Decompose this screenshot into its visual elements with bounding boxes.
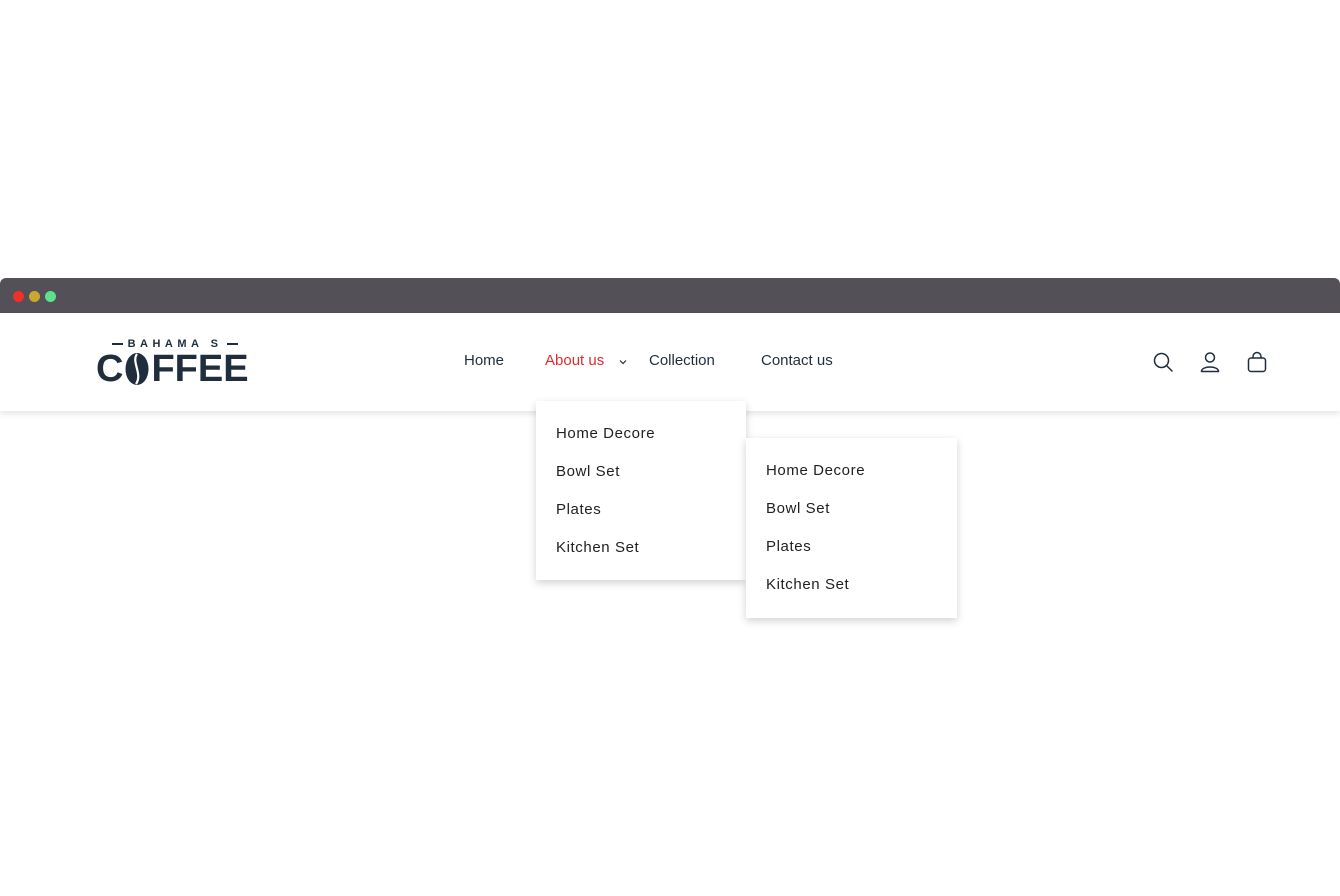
- submenu-dropdown: Home Decore Bowl Set Plates Kitchen Set: [746, 438, 957, 618]
- coffee-bean-icon: [125, 353, 149, 385]
- dropdown-item-plates[interactable]: Plates: [556, 501, 601, 519]
- chevron-down-icon[interactable]: [618, 358, 628, 366]
- close-window-dot[interactable]: [13, 291, 24, 302]
- nav-contact-us[interactable]: Contact us: [761, 352, 833, 370]
- logo-wordmark: C FFEE: [96, 348, 256, 390]
- dropdown-item-bowl-set[interactable]: Bowl Set: [556, 463, 620, 481]
- submenu-item-kitchen-set[interactable]: Kitchen Set: [766, 576, 849, 594]
- dropdown-item-kitchen-set[interactable]: Kitchen Set: [556, 539, 639, 557]
- search-icon[interactable]: [1152, 351, 1174, 373]
- browser-title-bar: [0, 278, 1340, 313]
- logo-letters-ffee: FFEE: [151, 348, 249, 390]
- minimize-window-dot[interactable]: [29, 291, 40, 302]
- bag-icon[interactable]: [1246, 351, 1268, 373]
- submenu-item-plates[interactable]: Plates: [766, 538, 811, 556]
- maximize-window-dot[interactable]: [45, 291, 56, 302]
- about-us-dropdown: Home Decore Bowl Set Plates Kitchen Set: [536, 401, 746, 580]
- site-header: BAHAMA S C FFEE Home About us Collection…: [0, 313, 1340, 411]
- logo-letter-c: C: [96, 348, 124, 390]
- brand-logo[interactable]: BAHAMA S C FFEE: [96, 337, 256, 390]
- nav-home[interactable]: Home: [464, 352, 504, 370]
- submenu-item-bowl-set[interactable]: Bowl Set: [766, 500, 830, 518]
- user-icon[interactable]: [1199, 351, 1221, 373]
- dropdown-item-home-decore[interactable]: Home Decore: [556, 425, 655, 443]
- nav-about-us[interactable]: About us: [545, 352, 604, 370]
- submenu-item-home-decore[interactable]: Home Decore: [766, 462, 865, 480]
- nav-collection[interactable]: Collection: [649, 352, 715, 370]
